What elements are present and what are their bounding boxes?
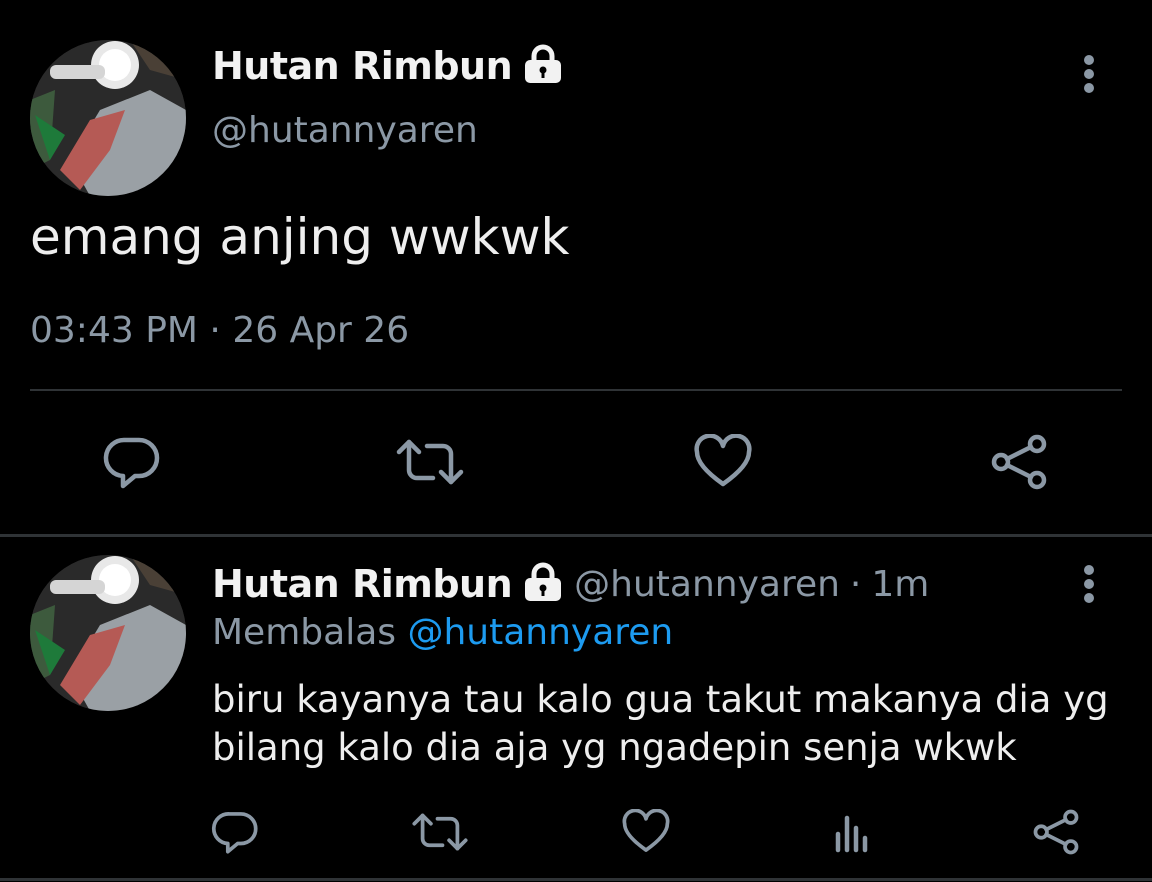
tweet-date: 26 Apr 26 — [232, 310, 410, 351]
retweet-icon — [412, 813, 468, 851]
avatar-image — [30, 40, 186, 196]
replying-to-link[interactable]: @hutannyaren — [407, 612, 673, 653]
tweet-text: emang anjing wwkwk — [30, 208, 570, 266]
replying-prefix: Membalas — [212, 612, 397, 653]
reply-icon — [103, 437, 160, 489]
heart-icon — [694, 434, 752, 487]
more-options-button[interactable] — [1072, 562, 1106, 606]
reply-like-button[interactable] — [616, 806, 676, 858]
separator: · — [209, 310, 221, 351]
more-vertical-icon — [1084, 55, 1094, 93]
like-button[interactable] — [688, 430, 758, 494]
lock-icon — [522, 44, 564, 88]
reply-avatar[interactable] — [30, 555, 186, 711]
reply-button[interactable] — [98, 430, 168, 494]
retweet-icon — [396, 439, 464, 485]
display-name[interactable]: Hutan Rimbun — [212, 44, 513, 88]
reply-text-line-2: bilang kalo dia aja yg ngadepin senja wk… — [212, 726, 1017, 769]
reply-handle[interactable]: @hutannyaren — [574, 564, 840, 605]
separator: · — [849, 563, 862, 605]
reply-icon — [211, 812, 258, 854]
replying-to: Membalas @hutannyaren — [212, 612, 673, 653]
more-options-button[interactable] — [1072, 52, 1106, 96]
retweet-button[interactable] — [392, 430, 468, 494]
reply-text-line-1: biru kayanya tau kalo gua takut makanya … — [212, 678, 1109, 721]
reply-analytics-button[interactable] — [820, 806, 880, 858]
more-vertical-icon — [1084, 565, 1094, 603]
share-icon — [1033, 809, 1079, 855]
reply-retweet-button[interactable] — [408, 806, 472, 858]
heart-icon — [622, 809, 670, 852]
lock-icon — [522, 562, 564, 606]
tweet-time: 03:43 PM — [30, 310, 198, 351]
share-button[interactable] — [984, 430, 1054, 494]
avatar-image — [30, 555, 186, 711]
analytics-icon — [835, 815, 868, 853]
tweet-timestamp[interactable]: 03:43 PM · 26 Apr 26 — [30, 310, 409, 351]
reply-share-button[interactable] — [1026, 806, 1086, 858]
divider — [0, 878, 1152, 881]
user-handle[interactable]: @hutannyaren — [212, 110, 478, 151]
reply-reply-button[interactable] — [206, 806, 266, 858]
reply-display-name[interactable]: Hutan Rimbun — [212, 562, 513, 606]
share-icon — [991, 434, 1047, 490]
divider — [30, 389, 1122, 391]
divider — [0, 534, 1152, 537]
reply-age: 1m — [871, 563, 930, 605]
avatar[interactable] — [30, 40, 186, 196]
